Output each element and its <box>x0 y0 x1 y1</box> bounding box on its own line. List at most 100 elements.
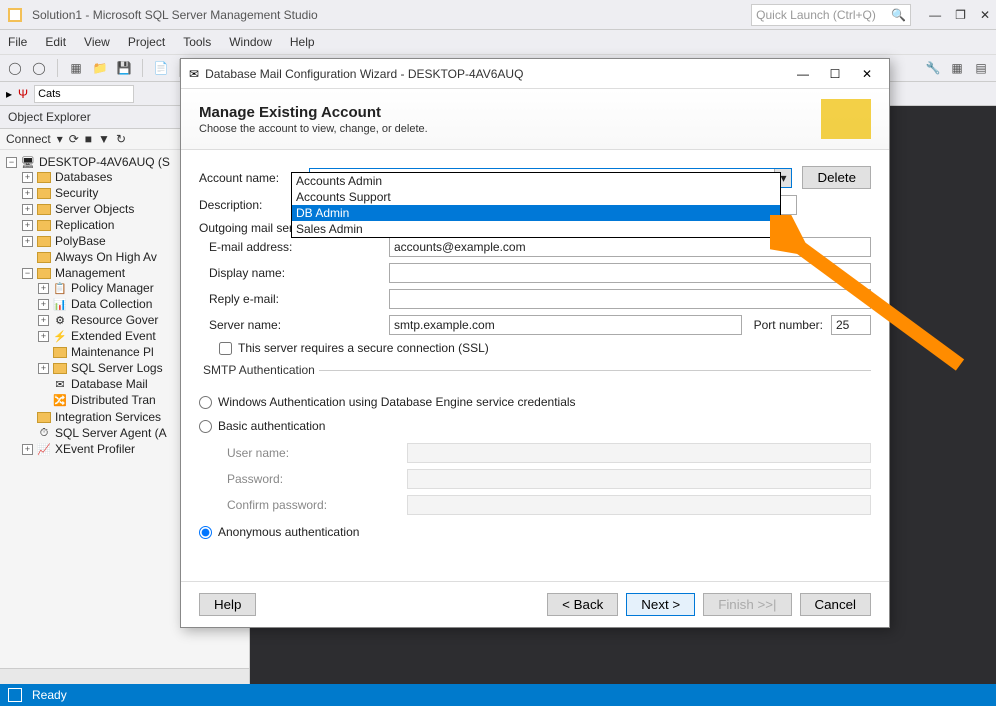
disconnect-icon[interactable]: ⟳ <box>69 132 79 146</box>
maximize-button[interactable]: ❐ <box>955 8 966 22</box>
tree-item[interactable]: Security <box>55 186 98 200</box>
tree-item[interactable]: Server Objects <box>55 202 134 216</box>
dropdown-option[interactable]: Accounts Admin <box>292 173 780 189</box>
tool-icon-3[interactable]: ▤ <box>972 59 990 77</box>
tree-item[interactable]: Replication <box>55 218 114 232</box>
save-icon[interactable]: 💾 <box>115 59 133 77</box>
basic-auth-radio[interactable] <box>199 420 212 433</box>
tree-item[interactable]: Policy Manager <box>71 281 154 295</box>
status-bar: Ready <box>0 684 996 706</box>
filter-tree-icon[interactable]: ▼ <box>98 132 110 146</box>
dialog-body: Account name: Accounts Admin ▾ Delete De… <box>181 150 889 581</box>
connect-button[interactable]: Connect <box>6 132 51 146</box>
expand-icon[interactable]: + <box>38 315 49 326</box>
tree-item[interactable]: Databases <box>55 170 112 184</box>
dialog-close-button[interactable]: ✕ <box>853 63 881 85</box>
new-query-icon[interactable]: ▦ <box>67 59 85 77</box>
next-button[interactable]: Next > <box>626 593 695 616</box>
dialog-title-text: Database Mail Configuration Wizard - DES… <box>205 67 789 81</box>
dialog-subheading: Choose the account to view, change, or d… <box>199 123 428 135</box>
tree-item-management[interactable]: Management <box>55 266 125 280</box>
folder-icon <box>37 172 51 183</box>
events-icon: ⚡ <box>53 329 67 343</box>
ssl-checkbox[interactable] <box>219 342 232 355</box>
tree-root[interactable]: DESKTOP-4AV6AUQ (S <box>39 155 170 169</box>
nav-fwd-icon[interactable]: ◯ <box>30 59 48 77</box>
menu-help[interactable]: Help <box>290 35 315 49</box>
tree-item[interactable]: Extended Event <box>71 329 156 343</box>
windows-auth-radio[interactable] <box>199 396 212 409</box>
menubar: File Edit View Project Tools Window Help <box>0 30 996 54</box>
menu-edit[interactable]: Edit <box>45 35 66 49</box>
tree-item[interactable]: SQL Server Logs <box>71 361 163 375</box>
expand-icon[interactable]: + <box>38 299 49 310</box>
horizontal-scrollbar[interactable] <box>0 668 249 684</box>
tree-item[interactable]: Resource Gover <box>71 313 158 327</box>
anonymous-auth-label: Anonymous authentication <box>218 525 359 539</box>
mail-icon: ✉ <box>53 377 67 391</box>
collapse-icon[interactable]: − <box>22 268 33 279</box>
anonymous-auth-radio[interactable] <box>199 526 212 539</box>
folder-icon <box>37 252 51 263</box>
expand-icon[interactable]: − <box>6 157 17 168</box>
expand-icon[interactable]: + <box>22 220 33 231</box>
open-icon[interactable]: 📁 <box>91 59 109 77</box>
tool-icon-2[interactable]: ▦ <box>948 59 966 77</box>
tree-item-dbmail[interactable]: Database Mail <box>71 377 148 391</box>
tool-icon-1[interactable]: 🔧 <box>924 59 942 77</box>
filter-icon[interactable]: ▸ <box>6 87 12 101</box>
display-name-input[interactable] <box>389 263 871 283</box>
server-name-input[interactable]: smtp.example.com <box>389 315 742 335</box>
menu-tools[interactable]: Tools <box>183 35 211 49</box>
nav-back-icon[interactable]: ◯ <box>6 59 24 77</box>
expand-icon[interactable]: + <box>22 204 33 215</box>
menu-window[interactable]: Window <box>229 35 272 49</box>
stop-icon[interactable]: ■ <box>85 132 92 146</box>
display-label: Display name: <box>209 266 309 280</box>
dialog-titlebar: ✉ Database Mail Configuration Wizard - D… <box>181 59 889 89</box>
policy-icon: 📋 <box>53 281 67 295</box>
agent-icon: ⏱ <box>37 426 51 440</box>
tree-item[interactable]: Data Collection <box>71 297 152 311</box>
expand-icon[interactable]: + <box>22 444 33 455</box>
help-button[interactable]: Help <box>199 593 256 616</box>
back-button[interactable]: < Back <box>547 593 618 616</box>
quick-launch-input[interactable]: Quick Launch (Ctrl+Q) 🔍 <box>751 4 911 26</box>
account-name-dropdown-list[interactable]: Accounts Admin Accounts Support DB Admin… <box>291 172 781 238</box>
reply-email-input[interactable] <box>389 289 871 309</box>
port-input[interactable]: 25 <box>831 315 871 335</box>
cancel-button[interactable]: Cancel <box>800 593 872 616</box>
tree-item[interactable]: PolyBase <box>55 234 106 248</box>
tree-item[interactable]: Maintenance Pl <box>71 345 154 359</box>
minimize-button[interactable]: — <box>929 8 941 22</box>
expand-icon[interactable]: + <box>38 363 49 374</box>
tree-item[interactable]: XEvent Profiler <box>55 442 135 456</box>
expand-icon[interactable]: + <box>22 188 33 199</box>
tree-item[interactable]: Integration Services <box>55 410 161 424</box>
tree-item[interactable]: Distributed Tran <box>71 393 156 407</box>
quick-launch-placeholder: Quick Launch (Ctrl+Q) <box>756 8 876 22</box>
tree-item[interactable]: Always On High Av <box>55 250 157 264</box>
email-input[interactable]: accounts@example.com <box>389 237 871 257</box>
menu-file[interactable]: File <box>8 35 27 49</box>
delete-button[interactable]: Delete <box>802 166 871 189</box>
refresh-icon[interactable]: ↻ <box>116 132 126 146</box>
expand-icon[interactable]: + <box>22 236 33 247</box>
filter2-icon[interactable]: Ψ <box>18 87 28 101</box>
expand-icon[interactable]: + <box>38 283 49 294</box>
filter-input[interactable] <box>34 85 134 103</box>
new-item-icon[interactable]: 📄 <box>152 59 170 77</box>
folder-icon <box>37 268 51 279</box>
dropdown-option-selected[interactable]: DB Admin <box>292 205 780 221</box>
close-button[interactable]: ✕ <box>980 8 990 22</box>
menu-project[interactable]: Project <box>128 35 165 49</box>
dialog-minimize-button[interactable]: — <box>789 63 817 85</box>
expand-icon[interactable]: + <box>38 331 49 342</box>
dropdown-option[interactable]: Accounts Support <box>292 189 780 205</box>
menu-view[interactable]: View <box>84 35 110 49</box>
dropdown-option[interactable]: Sales Admin <box>292 221 780 237</box>
expand-icon[interactable]: + <box>22 172 33 183</box>
dialog-maximize-button[interactable]: ☐ <box>821 63 849 85</box>
password-input <box>407 469 871 489</box>
tree-item[interactable]: SQL Server Agent (A <box>55 426 167 440</box>
